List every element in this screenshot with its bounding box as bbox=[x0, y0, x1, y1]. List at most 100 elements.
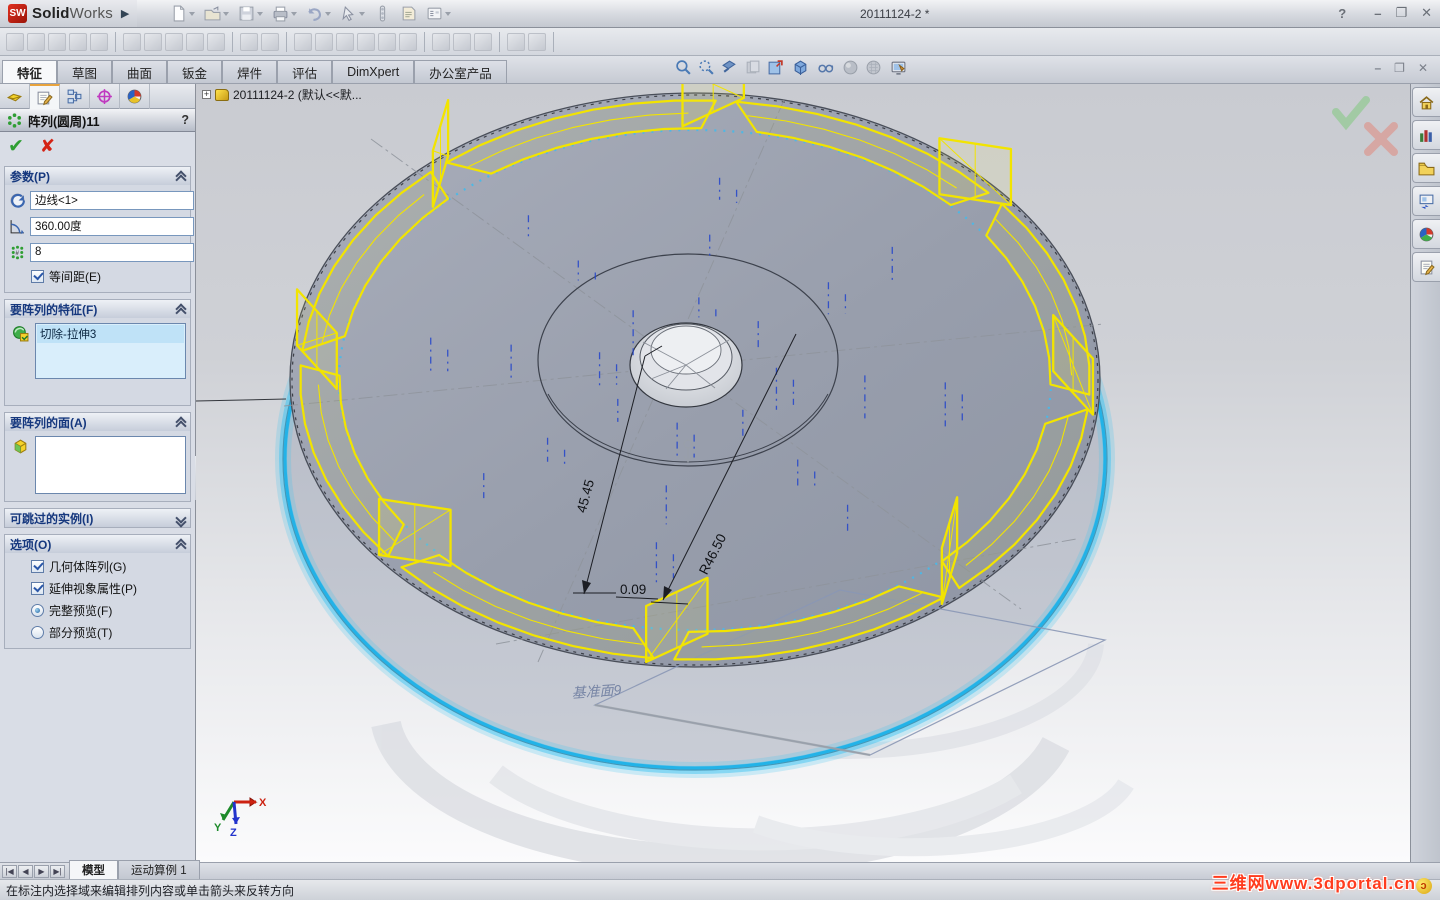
view-orientation-button[interactable] bbox=[792, 59, 811, 76]
full-preview-row[interactable]: 完整预览(F) bbox=[31, 602, 186, 619]
geometry-pattern-checkbox[interactable] bbox=[31, 560, 44, 573]
previous-view-button[interactable] bbox=[744, 59, 761, 76]
feature-tool-icon[interactable] bbox=[165, 32, 183, 51]
command-tab-0[interactable]: 特征 bbox=[2, 60, 58, 83]
parameters-header[interactable]: 参数(P) bbox=[5, 167, 190, 185]
feature-tool-icon[interactable] bbox=[336, 32, 354, 51]
partial-preview-row[interactable]: 部分预览(T) bbox=[31, 624, 186, 641]
features-header[interactable]: 要阵列的特征(F) bbox=[5, 300, 190, 318]
geometry-pattern-row[interactable]: 几何体阵列(G) bbox=[31, 558, 186, 575]
feature-tool-icon[interactable] bbox=[69, 32, 87, 51]
dim-offset-text[interactable]: 0.09 bbox=[620, 582, 646, 597]
equal-spacing-checkbox[interactable] bbox=[31, 270, 44, 283]
tab-prev-button[interactable]: ◀ bbox=[18, 865, 33, 878]
full-preview-radio[interactable] bbox=[31, 604, 44, 617]
menu-expand-arrow[interactable]: ▶ bbox=[121, 7, 129, 20]
command-tab-2[interactable]: 曲面 bbox=[112, 60, 168, 83]
confirm-ok-mark[interactable] bbox=[1332, 96, 1370, 131]
pm-help-button[interactable]: ? bbox=[181, 113, 189, 127]
feature-tool-icon[interactable] bbox=[27, 32, 45, 51]
edit-appearance-button[interactable] bbox=[865, 59, 884, 76]
model-view[interactable]: 基准面9 45.45 R46.50 0.09 X Y Z bbox=[196, 84, 1410, 862]
select-button[interactable] bbox=[337, 3, 368, 24]
property-manager-tab[interactable] bbox=[30, 84, 60, 109]
tab-last-button[interactable]: ▶| bbox=[50, 865, 65, 878]
display-style-button[interactable] bbox=[817, 59, 836, 76]
tree-expand-icon[interactable]: + bbox=[202, 90, 211, 99]
resources-tab[interactable] bbox=[1412, 87, 1440, 117]
feature-tree-flyout[interactable]: + 20111124-2 (默认<<默... bbox=[202, 86, 362, 103]
options-header[interactable]: 选项(O) bbox=[5, 535, 190, 553]
appearances-tab[interactable] bbox=[1412, 219, 1440, 249]
command-tab-5[interactable]: 评估 bbox=[277, 60, 333, 83]
feature-tool-icon[interactable] bbox=[507, 32, 525, 51]
rebuild-button[interactable] bbox=[371, 3, 394, 24]
new-document-button[interactable] bbox=[167, 3, 198, 24]
doc-close-button[interactable]: ✕ bbox=[1418, 61, 1428, 75]
feature-tool-icon[interactable] bbox=[90, 32, 108, 51]
tab-first-button[interactable]: |◀ bbox=[2, 865, 17, 878]
display-manager-tab[interactable] bbox=[120, 84, 150, 109]
feature-tool-icon[interactable] bbox=[207, 32, 225, 51]
feature-tool-icon[interactable] bbox=[294, 32, 312, 51]
feature-tool-icon[interactable] bbox=[48, 32, 66, 51]
pm-cancel-button[interactable]: ✘ bbox=[40, 136, 55, 157]
command-tab-4[interactable]: 焊件 bbox=[222, 60, 278, 83]
undo-button[interactable] bbox=[303, 3, 334, 24]
save-button[interactable] bbox=[235, 3, 266, 24]
feature-tool-icon[interactable] bbox=[144, 32, 162, 51]
partial-preview-radio[interactable] bbox=[31, 626, 44, 639]
faces-list[interactable] bbox=[35, 436, 186, 494]
command-tab-6[interactable]: DimXpert bbox=[332, 60, 415, 83]
command-tab-3[interactable]: 钣金 bbox=[167, 60, 223, 83]
feature-tool-icon[interactable] bbox=[453, 32, 471, 51]
equal-spacing-row[interactable]: 等间距(E) bbox=[31, 268, 186, 285]
doc-restore-button[interactable]: ❐ bbox=[1394, 61, 1405, 75]
features-list[interactable]: 切除-拉伸3 bbox=[35, 323, 186, 379]
instance-count-field[interactable] bbox=[30, 242, 194, 262]
propagate-visual-row[interactable]: 延伸视象属性(P) bbox=[31, 580, 186, 597]
motion-study-tab[interactable]: 运动算例 1 bbox=[118, 860, 200, 879]
magnifying-glass-button[interactable] bbox=[721, 59, 738, 76]
tree-root-label[interactable]: 20111124-2 (默认<<默... bbox=[233, 86, 362, 103]
doc-minimize-button[interactable]: – bbox=[1374, 61, 1381, 75]
feature-manager-tab[interactable] bbox=[0, 84, 30, 109]
command-tab-7[interactable]: 办公室产品 bbox=[414, 60, 507, 83]
configuration-manager-tab[interactable] bbox=[60, 84, 90, 109]
propagate-visual-checkbox[interactable] bbox=[31, 582, 44, 595]
angle-field[interactable] bbox=[30, 216, 194, 236]
hide-show-items-button[interactable] bbox=[842, 59, 859, 76]
feature-tool-icon[interactable] bbox=[399, 32, 417, 51]
file-properties-button[interactable] bbox=[397, 3, 420, 24]
feature-tool-icon[interactable] bbox=[432, 32, 450, 51]
zoom-fit-button[interactable] bbox=[675, 59, 692, 76]
dimxpert-manager-tab[interactable] bbox=[90, 84, 120, 109]
feature-tool-icon[interactable] bbox=[261, 32, 279, 51]
skip-header[interactable]: 可跳过的实例(I) bbox=[5, 509, 190, 527]
feature-tool-icon[interactable] bbox=[6, 32, 24, 51]
command-tab-1[interactable]: 草图 bbox=[57, 60, 113, 83]
design-library-tab[interactable] bbox=[1412, 120, 1440, 150]
print-button[interactable] bbox=[269, 3, 300, 24]
restore-button[interactable]: ❐ bbox=[1395, 5, 1407, 21]
custom-properties-tab[interactable] bbox=[1412, 252, 1440, 282]
view-palette-tab[interactable] bbox=[1412, 186, 1440, 216]
pattern-axis-field[interactable] bbox=[30, 190, 194, 210]
feature-list-item[interactable]: 切除-拉伸3 bbox=[37, 325, 184, 343]
file-explorer-tab[interactable] bbox=[1412, 153, 1440, 183]
help-button[interactable]: ? bbox=[1338, 6, 1346, 21]
minimize-button[interactable]: – bbox=[1374, 6, 1381, 21]
tab-next-button[interactable]: ▶ bbox=[34, 865, 49, 878]
feature-tool-icon[interactable] bbox=[474, 32, 492, 51]
options-button[interactable] bbox=[423, 3, 454, 24]
model-tab[interactable]: 模型 bbox=[69, 860, 118, 879]
feature-tool-icon[interactable] bbox=[186, 32, 204, 51]
feature-tool-icon[interactable] bbox=[378, 32, 396, 51]
feature-tool-icon[interactable] bbox=[240, 32, 258, 51]
feature-tool-icon[interactable] bbox=[315, 32, 333, 51]
open-document-button[interactable] bbox=[201, 3, 232, 24]
close-button[interactable]: ✕ bbox=[1421, 5, 1432, 21]
graphics-area[interactable]: 基准面9 45.45 R46.50 0.09 X Y Z + 20111124-… bbox=[196, 84, 1410, 862]
section-view-button[interactable] bbox=[767, 59, 786, 76]
pm-ok-button[interactable]: ✔ bbox=[8, 135, 24, 158]
